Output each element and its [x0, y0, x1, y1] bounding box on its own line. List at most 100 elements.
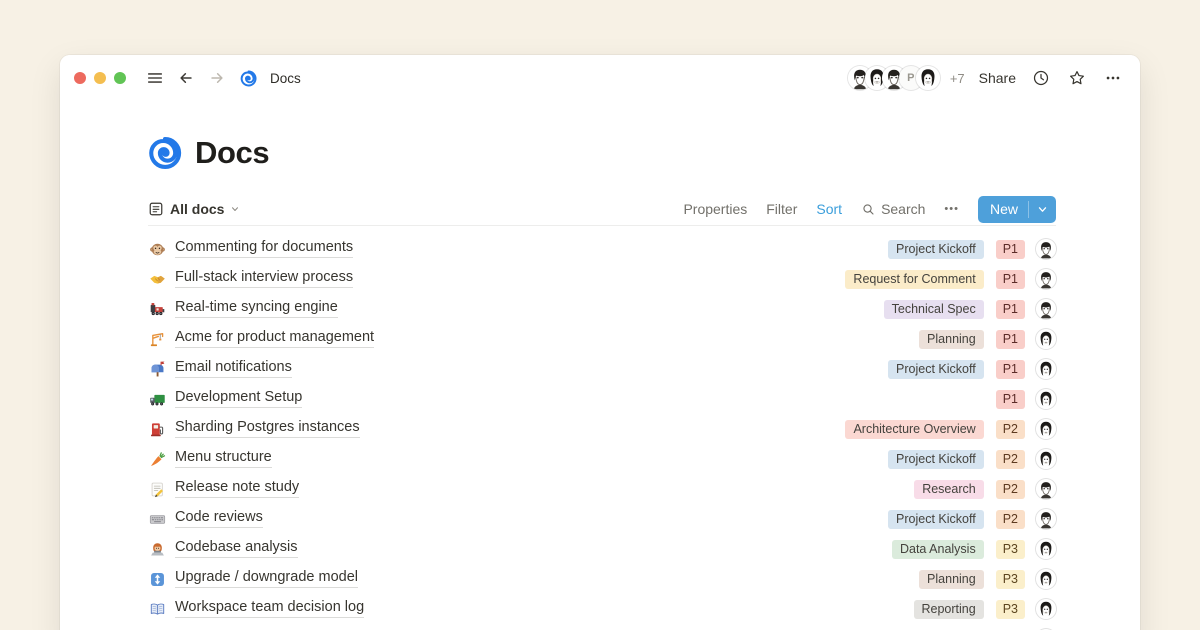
- page-title: Docs: [195, 135, 269, 171]
- priority-badge: P2: [996, 510, 1025, 529]
- doc-tag: Reporting: [914, 600, 984, 619]
- doc-title[interactable]: Workspace team decision log: [175, 600, 364, 618]
- doc-row[interactable]: Code reviews Project Kickoff P2: [148, 504, 1056, 534]
- priority-badge: P3: [996, 540, 1025, 559]
- assignee-avatar: [1036, 599, 1056, 619]
- assignee-avatar: [1036, 389, 1056, 409]
- view-selector-label: All docs: [170, 201, 224, 217]
- window-controls: [74, 72, 126, 84]
- doc-row[interactable]: Performance review feedbackResearchP3: [148, 624, 1056, 630]
- assignee-avatar: [1036, 479, 1056, 499]
- doc-row[interactable]: Sharding Postgres instancesArchitecture …: [148, 414, 1056, 444]
- doc-title[interactable]: Real-time syncing engine: [175, 300, 338, 318]
- more-options-icon[interactable]: [1102, 67, 1124, 89]
- window-title: Docs: [270, 71, 301, 86]
- doc-row[interactable]: Real-time syncing engineTechnical SpecP1: [148, 294, 1056, 324]
- menu-icon[interactable]: [144, 67, 166, 89]
- crane-icon: [148, 330, 166, 348]
- new-dropdown-chevron-icon[interactable]: [1029, 196, 1056, 223]
- keyboard-icon: [148, 510, 166, 528]
- doc-title[interactable]: Acme for product management: [175, 330, 374, 348]
- back-icon[interactable]: [175, 67, 197, 89]
- doc-title[interactable]: Code reviews: [175, 510, 263, 528]
- app-logo-icon: [237, 67, 259, 89]
- new-button[interactable]: New: [978, 196, 1056, 223]
- memo-icon: [148, 480, 166, 498]
- history-icon[interactable]: [1030, 67, 1052, 89]
- collaborator-avatars[interactable]: P: [848, 66, 940, 90]
- all-docs-icon: [148, 201, 164, 217]
- doc-tag: Request for Comment: [845, 270, 983, 289]
- doc-tag: Project Kickoff: [888, 240, 984, 259]
- desktop-background: { "titlebar": { "title": "Docs", "avatar…: [0, 0, 1200, 630]
- doc-tag: Project Kickoff: [888, 510, 984, 529]
- priority-badge: P1: [996, 240, 1025, 259]
- docs-logo-icon: [148, 136, 182, 170]
- monkey-face-icon: [148, 240, 166, 258]
- priority-badge: P1: [996, 360, 1025, 379]
- properties-button[interactable]: Properties: [683, 201, 747, 217]
- close-window-button[interactable]: [74, 72, 86, 84]
- locomotive-icon: [148, 300, 166, 318]
- doc-tag: Data Analysis: [892, 540, 984, 559]
- doc-tag: Project Kickoff: [888, 360, 984, 379]
- doc-title[interactable]: Commenting for documents: [175, 240, 353, 258]
- sort-button[interactable]: Sort: [816, 201, 842, 217]
- favorite-star-icon[interactable]: [1066, 67, 1088, 89]
- assignee-avatar: [1036, 269, 1056, 289]
- priority-badge: P1: [996, 390, 1025, 409]
- forward-icon[interactable]: [206, 67, 228, 89]
- doc-title[interactable]: Email notifications: [175, 360, 292, 378]
- priority-badge: P2: [996, 420, 1025, 439]
- share-button[interactable]: Share: [979, 70, 1016, 86]
- priority-badge: P1: [996, 330, 1025, 349]
- assignee-avatar: [1036, 569, 1056, 589]
- doc-title[interactable]: Sharding Postgres instances: [175, 420, 360, 438]
- doc-title[interactable]: Codebase analysis: [175, 540, 298, 558]
- doc-title[interactable]: Development Setup: [175, 390, 302, 408]
- doc-row[interactable]: Development Setup P1: [148, 384, 1056, 414]
- doc-row[interactable]: Upgrade / downgrade model Planning P3: [148, 564, 1056, 594]
- search-icon: [861, 202, 876, 217]
- handshake-icon: [148, 270, 166, 288]
- doc-row[interactable]: Menu structureProject KickoffP2: [148, 444, 1056, 474]
- doc-tag: Planning: [919, 570, 984, 589]
- doc-row[interactable]: Workspace team decision log Reporting P3: [148, 594, 1056, 624]
- minimize-window-button[interactable]: [94, 72, 106, 84]
- window-titlebar: Docs P +7 Share: [60, 55, 1140, 101]
- avatar-overflow-count[interactable]: +7: [950, 71, 965, 86]
- search-button[interactable]: Search: [861, 201, 925, 217]
- view-selector[interactable]: All docs: [148, 201, 240, 217]
- assignee-avatar: [1036, 509, 1056, 529]
- app-window: Docs P +7 Share Docs: [60, 55, 1140, 630]
- docs-list: Commenting for documents Project Kickoff P…: [148, 234, 1056, 630]
- doc-tag: Research: [914, 480, 984, 499]
- priority-badge: P3: [996, 570, 1025, 589]
- priority-badge: P2: [996, 480, 1025, 499]
- doc-title[interactable]: Release note study: [175, 480, 299, 498]
- priority-badge: P1: [996, 270, 1025, 289]
- doc-row[interactable]: Full-stack interview process Request for …: [148, 264, 1056, 294]
- page-content: Docs All docs Properties Filter Sort Sea…: [60, 132, 1140, 630]
- doc-title[interactable]: Upgrade / downgrade model: [175, 570, 358, 588]
- toolbar-more-icon[interactable]: •••: [944, 203, 959, 215]
- assignee-avatar: [1036, 359, 1056, 379]
- up-down-arrows-icon: [148, 570, 166, 588]
- doc-row[interactable]: Codebase analysis Data Analysis P3: [148, 534, 1056, 564]
- priority-badge: P3: [996, 600, 1025, 619]
- doc-row[interactable]: Release note study Research P2: [148, 474, 1056, 504]
- maximize-window-button[interactable]: [114, 72, 126, 84]
- doc-title[interactable]: Full-stack interview process: [175, 270, 353, 288]
- chevron-down-icon: [230, 204, 240, 214]
- filter-button[interactable]: Filter: [766, 201, 797, 217]
- new-button-label[interactable]: New: [978, 196, 1028, 223]
- technologist-icon: [148, 540, 166, 558]
- open-book-icon: [148, 600, 166, 618]
- assignee-avatar: [1036, 539, 1056, 559]
- truck-icon: [148, 390, 166, 408]
- doc-row[interactable]: Commenting for documents Project Kickoff P…: [148, 234, 1056, 264]
- doc-title[interactable]: Menu structure: [175, 450, 272, 468]
- doc-row[interactable]: Email notifications Project Kickoff P1: [148, 354, 1056, 384]
- page-header: Docs: [148, 132, 1056, 174]
- doc-row[interactable]: Acme for product managementPlanningP1: [148, 324, 1056, 354]
